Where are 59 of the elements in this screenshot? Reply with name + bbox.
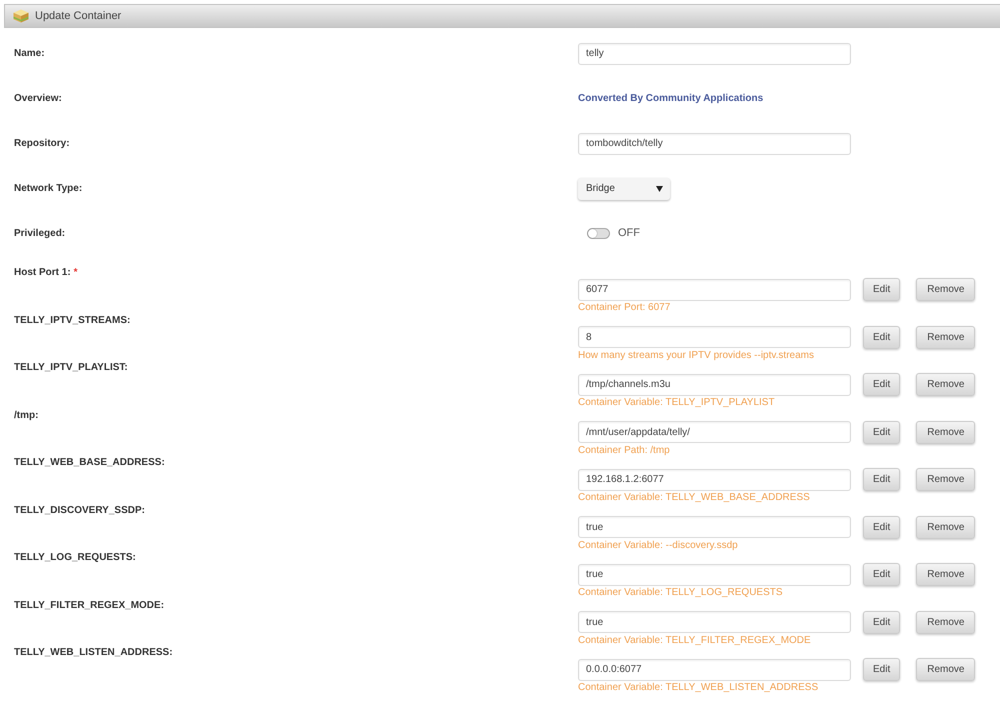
remove-button[interactable]: Remove — [916, 420, 976, 444]
cube-icon — [13, 9, 29, 23]
field-label: TELLY_DISCOVERY_SSDP: — [14, 504, 145, 516]
help-text: How many streams your IPTV provides --iptv.streams — [578, 350, 814, 360]
text-input[interactable]: /tmp/channels.m3u — [578, 374, 851, 396]
remove-button[interactable]: Remove — [916, 658, 976, 681]
help-text: Container Port: 6077 — [578, 302, 670, 313]
field-label: Overview: — [14, 93, 62, 104]
help-text: Container Variable: TELLY_FILTER_REGEX_MODE — [578, 634, 811, 646]
edit-button[interactable]: Edit — [863, 326, 900, 348]
text-input[interactable]: true — [578, 611, 851, 633]
window-title: Update Container — [35, 9, 122, 23]
text-input[interactable]: tombowditch/telly — [578, 132, 851, 154]
field-label: Privileged: — [14, 228, 66, 239]
field-label: Host Port 1: * — [14, 267, 78, 278]
text-input[interactable]: telly — [578, 42, 851, 64]
field-label: Repository: — [14, 138, 70, 149]
overview-text: Converted By Community Applications — [578, 92, 764, 105]
remove-button[interactable]: Remove — [916, 610, 976, 634]
help-text: Container Path: /tmp — [578, 444, 670, 456]
toggle-switch[interactable] — [587, 228, 610, 239]
text-input[interactable]: 192.168.1.2:6077 — [578, 468, 851, 490]
field-label: TELLY_WEB_BASE_ADDRESS: — [14, 457, 165, 468]
help-text: Container Variable: TELLY_IPTV_PLAYLIST — [578, 397, 775, 408]
help-text: Container Variable: TELLY_WEB_BASE_ADDRESS — [578, 492, 810, 503]
remove-button[interactable]: Remove — [916, 278, 976, 301]
remove-button[interactable]: Remove — [916, 373, 976, 396]
text-input[interactable]: 6077 — [578, 278, 851, 300]
edit-button[interactable]: Edit — [863, 658, 900, 681]
toggle-state-text: OFF — [618, 227, 640, 240]
edit-button[interactable]: Edit — [863, 563, 900, 586]
text-input[interactable]: 8 — [578, 326, 851, 348]
field-label: TELLY_WEB_LISTEN_ADDRESS: — [14, 647, 173, 658]
text-input[interactable]: true — [578, 564, 851, 586]
edit-button[interactable]: Edit — [863, 516, 900, 538]
remove-button[interactable]: Remove — [916, 516, 976, 538]
field-label: Network Type: — [14, 183, 82, 194]
remove-button[interactable]: Remove — [916, 326, 976, 348]
text-input[interactable]: true — [578, 516, 851, 538]
field-label: TELLY_LOG_REQUESTS: — [14, 552, 136, 563]
remove-button[interactable]: Remove — [916, 468, 976, 491]
help-text: Container Variable: TELLY_LOG_REQUESTS — [578, 587, 783, 598]
field-label: TELLY_IPTV_PLAYLIST: — [14, 362, 128, 373]
field-label: /tmp: — [14, 410, 38, 420]
text-input[interactable]: /mnt/user/appdata/telly/ — [578, 421, 851, 443]
network-type-select[interactable]: Bridge — [578, 178, 670, 200]
remove-button[interactable]: Remove — [916, 563, 976, 586]
edit-button[interactable]: Edit — [863, 278, 900, 301]
help-text: Container Variable: --discovery.ssdp — [578, 540, 738, 550]
edit-button[interactable]: Edit — [863, 468, 900, 491]
edit-button[interactable]: Edit — [863, 420, 900, 444]
text-input[interactable]: 0.0.0.0:6077 — [578, 658, 851, 680]
help-text: Container Variable: TELLY_WEB_LISTEN_ADDRESS — [578, 682, 818, 693]
edit-button[interactable]: Edit — [863, 610, 900, 634]
caret-icon — [656, 186, 663, 192]
field-label: Name: — [14, 48, 45, 59]
field-label: TELLY_FILTER_REGEX_MODE: — [14, 600, 164, 610]
edit-button[interactable]: Edit — [863, 373, 900, 396]
field-label: TELLY_IPTV_STREAMS: — [14, 314, 130, 326]
